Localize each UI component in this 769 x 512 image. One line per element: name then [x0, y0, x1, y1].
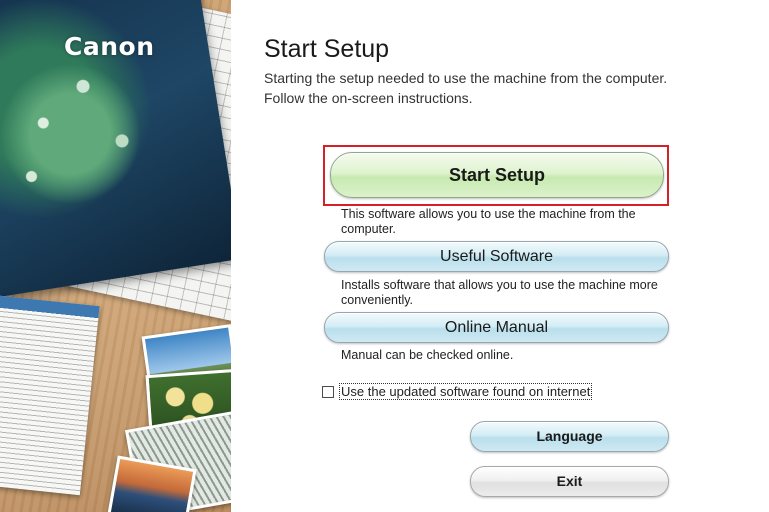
intro-line-2: Follow the on-screen instructions.: [264, 90, 473, 106]
start-setup-description: This software allows you to use the mach…: [341, 207, 636, 236]
start-setup-button[interactable]: Start Setup: [330, 152, 664, 198]
useful-software-button[interactable]: Useful Software: [324, 241, 669, 272]
online-manual-description: Manual can be checked online.: [341, 348, 514, 362]
decorative-side-panel: Canon: [0, 0, 231, 512]
language-button[interactable]: Language: [470, 421, 669, 452]
exit-button[interactable]: Exit: [470, 466, 669, 497]
useful-software-description: Installs software that allows you to use…: [341, 278, 658, 307]
update-software-checkbox[interactable]: [322, 385, 334, 398]
canon-logo: Canon: [64, 32, 155, 61]
update-software-option[interactable]: Use the updated software found on intern…: [322, 383, 593, 400]
intro-text: Starting the setup needed to use the mac…: [264, 68, 744, 108]
update-software-label[interactable]: Use the updated software found on intern…: [339, 383, 593, 400]
intro-line-1: Starting the setup needed to use the mac…: [264, 70, 668, 86]
page-title: Start Setup: [264, 35, 390, 63]
online-manual-button[interactable]: Online Manual: [324, 312, 669, 343]
